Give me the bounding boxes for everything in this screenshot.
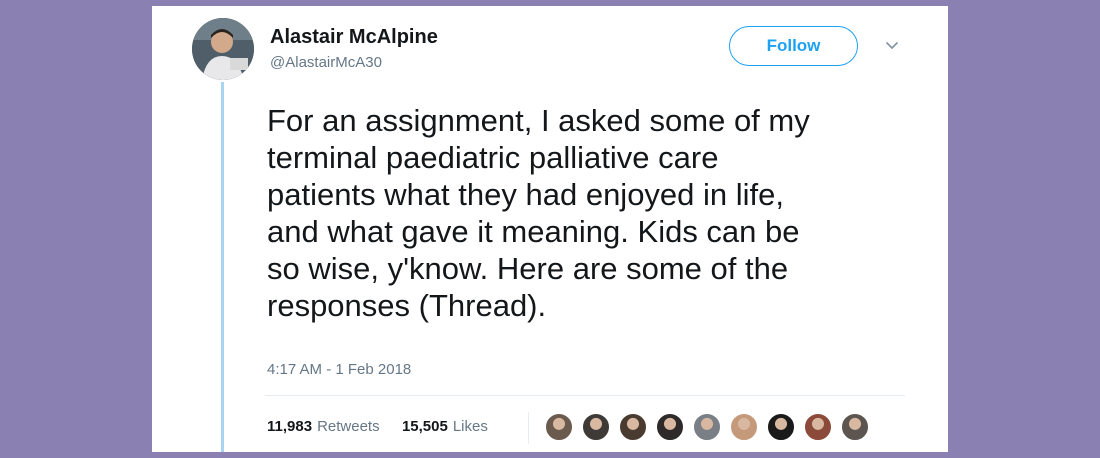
liker-avatar[interactable] — [544, 412, 574, 442]
likes-label: Likes — [452, 418, 488, 435]
tweet-card: Alastair McAlpine @AlastairMcA30 Follow … — [152, 6, 948, 452]
author-handle[interactable]: @AlastairMcA30 — [270, 54, 382, 71]
liker-avatar[interactable] — [655, 412, 685, 442]
likes-stat[interactable]: 15,505 Likes — [398, 418, 488, 435]
retweets-label: Retweets — [317, 418, 380, 435]
chevron-down-icon[interactable] — [885, 41, 899, 51]
follow-button[interactable]: Follow — [729, 26, 858, 66]
retweets-count: 11,983 — [267, 418, 313, 435]
liker-avatar[interactable] — [618, 412, 648, 442]
liker-avatar[interactable] — [729, 412, 759, 442]
liker-avatar[interactable] — [766, 412, 796, 442]
author-name[interactable]: Alastair McAlpine — [270, 26, 438, 49]
liker-avatar[interactable] — [581, 412, 611, 442]
stats-separator — [528, 412, 529, 444]
tweet-timestamp[interactable]: 4:17 AM - 1 Feb 2018 — [267, 361, 411, 378]
liker-avatar[interactable] — [803, 412, 833, 442]
retweets-stat[interactable]: 11,983 Retweets — [267, 418, 384, 435]
thread-line — [221, 82, 224, 452]
liker-avatar[interactable] — [840, 412, 870, 442]
tweet-text: For an assignment, I asked some of my te… — [267, 103, 810, 323]
tweet-stats: 11,983 Retweets 15,505 Likes — [267, 418, 488, 435]
author-avatar[interactable] — [192, 18, 254, 80]
divider — [265, 395, 905, 396]
liker-avatar[interactable] — [692, 412, 722, 442]
likes-count: 15,505 — [401, 418, 448, 435]
liker-avatars — [544, 412, 877, 442]
